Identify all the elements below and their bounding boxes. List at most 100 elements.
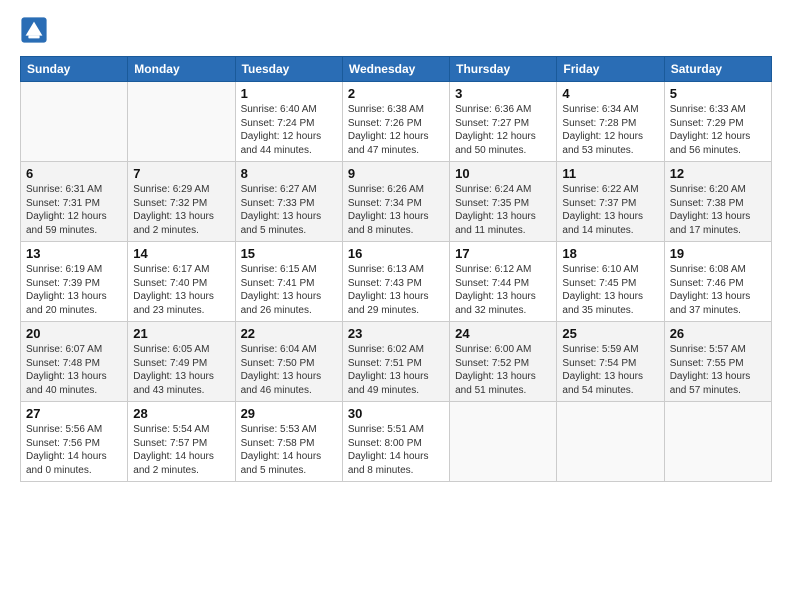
header [20, 16, 772, 44]
day-number: 23 [348, 326, 444, 341]
day-number: 13 [26, 246, 122, 261]
day-number: 20 [26, 326, 122, 341]
calendar-cell [664, 402, 771, 482]
day-number: 9 [348, 166, 444, 181]
day-info: Sunrise: 6:15 AMSunset: 7:41 PMDaylight:… [241, 263, 337, 317]
day-info: Sunrise: 6:34 AMSunset: 7:28 PMDaylight:… [562, 103, 658, 157]
day-header-thursday: Thursday [450, 57, 557, 82]
day-number: 25 [562, 326, 658, 341]
day-info: Sunrise: 6:04 AMSunset: 7:50 PMDaylight:… [241, 343, 337, 397]
day-info: Sunrise: 5:54 AMSunset: 7:57 PMDaylight:… [133, 423, 229, 477]
day-info: Sunrise: 6:31 AMSunset: 7:31 PMDaylight:… [26, 183, 122, 237]
calendar-header-row: SundayMondayTuesdayWednesdayThursdayFrid… [21, 57, 772, 82]
calendar-cell: 14 Sunrise: 6:17 AMSunset: 7:40 PMDayligh… [128, 242, 235, 322]
day-number: 16 [348, 246, 444, 261]
calendar-week-row: 20 Sunrise: 6:07 AMSunset: 7:48 PMDayligh… [21, 322, 772, 402]
day-info: Sunrise: 6:24 AMSunset: 7:35 PMDaylight:… [455, 183, 551, 237]
calendar-cell: 12 Sunrise: 6:20 AMSunset: 7:38 PMDayligh… [664, 162, 771, 242]
day-number: 1 [241, 86, 337, 101]
day-info: Sunrise: 5:56 AMSunset: 7:56 PMDaylight:… [26, 423, 122, 477]
calendar-cell: 19 Sunrise: 6:08 AMSunset: 7:46 PMDayligh… [664, 242, 771, 322]
calendar-cell: 16 Sunrise: 6:13 AMSunset: 7:43 PMDayligh… [342, 242, 449, 322]
day-number: 3 [455, 86, 551, 101]
day-info: Sunrise: 6:27 AMSunset: 7:33 PMDaylight:… [241, 183, 337, 237]
calendar-cell [450, 402, 557, 482]
day-number: 14 [133, 246, 229, 261]
day-info: Sunrise: 5:57 AMSunset: 7:55 PMDaylight:… [670, 343, 766, 397]
calendar-cell: 2 Sunrise: 6:38 AMSunset: 7:26 PMDaylight… [342, 82, 449, 162]
calendar-cell: 13 Sunrise: 6:19 AMSunset: 7:39 PMDayligh… [21, 242, 128, 322]
calendar-cell: 9 Sunrise: 6:26 AMSunset: 7:34 PMDaylight… [342, 162, 449, 242]
day-info: Sunrise: 6:29 AMSunset: 7:32 PMDaylight:… [133, 183, 229, 237]
calendar-cell: 23 Sunrise: 6:02 AMSunset: 7:51 PMDayligh… [342, 322, 449, 402]
day-info: Sunrise: 6:26 AMSunset: 7:34 PMDaylight:… [348, 183, 444, 237]
day-number: 12 [670, 166, 766, 181]
day-number: 15 [241, 246, 337, 261]
calendar-week-row: 1 Sunrise: 6:40 AMSunset: 7:24 PMDaylight… [21, 82, 772, 162]
day-number: 28 [133, 406, 229, 421]
day-info: Sunrise: 6:10 AMSunset: 7:45 PMDaylight:… [562, 263, 658, 317]
day-header-monday: Monday [128, 57, 235, 82]
day-info: Sunrise: 6:07 AMSunset: 7:48 PMDaylight:… [26, 343, 122, 397]
day-number: 19 [670, 246, 766, 261]
calendar-cell: 10 Sunrise: 6:24 AMSunset: 7:35 PMDayligh… [450, 162, 557, 242]
calendar-cell: 25 Sunrise: 5:59 AMSunset: 7:54 PMDayligh… [557, 322, 664, 402]
day-number: 10 [455, 166, 551, 181]
calendar-cell: 21 Sunrise: 6:05 AMSunset: 7:49 PMDayligh… [128, 322, 235, 402]
calendar-cell: 29Sunrise: 5:53 AMSunset: 7:58 PMDayligh… [235, 402, 342, 482]
calendar-cell: 8Sunrise: 6:27 AMSunset: 7:33 PMDaylight… [235, 162, 342, 242]
day-number: 6 [26, 166, 122, 181]
calendar-week-row: 13 Sunrise: 6:19 AMSunset: 7:39 PMDayligh… [21, 242, 772, 322]
day-number: 5 [670, 86, 766, 101]
day-number: 7 [133, 166, 229, 181]
day-info: Sunrise: 6:17 AMSunset: 7:40 PMDaylight:… [133, 263, 229, 317]
calendar-cell: 5Sunrise: 6:33 AMSunset: 7:29 PMDaylight… [664, 82, 771, 162]
page: SundayMondayTuesdayWednesdayThursdayFrid… [0, 0, 792, 612]
calendar-cell: 17 Sunrise: 6:12 AMSunset: 7:44 PMDayligh… [450, 242, 557, 322]
day-number: 30 [348, 406, 444, 421]
day-info: Sunrise: 5:59 AMSunset: 7:54 PMDaylight:… [562, 343, 658, 397]
day-info: Sunrise: 6:40 AMSunset: 7:24 PMDaylight:… [241, 103, 337, 157]
calendar-cell: 26 Sunrise: 5:57 AMSunset: 7:55 PMDayligh… [664, 322, 771, 402]
day-info: Sunrise: 6:22 AMSunset: 7:37 PMDaylight:… [562, 183, 658, 237]
day-info: Sunrise: 6:00 AMSunset: 7:52 PMDaylight:… [455, 343, 551, 397]
day-info: Sunrise: 6:05 AMSunset: 7:49 PMDaylight:… [133, 343, 229, 397]
day-number: 22 [241, 326, 337, 341]
day-info: Sunrise: 6:36 AMSunset: 7:27 PMDaylight:… [455, 103, 551, 157]
calendar-cell: 20 Sunrise: 6:07 AMSunset: 7:48 PMDayligh… [21, 322, 128, 402]
day-info: Sunrise: 6:12 AMSunset: 7:44 PMDaylight:… [455, 263, 551, 317]
calendar-table: SundayMondayTuesdayWednesdayThursdayFrid… [20, 56, 772, 482]
day-number: 21 [133, 326, 229, 341]
calendar-cell: 28 Sunrise: 5:54 AMSunset: 7:57 PMDayligh… [128, 402, 235, 482]
calendar-cell: 18Sunrise: 6:10 AMSunset: 7:45 PMDayligh… [557, 242, 664, 322]
day-number: 27 [26, 406, 122, 421]
day-info: Sunrise: 5:51 AMSunset: 8:00 PMDaylight:… [348, 423, 444, 477]
calendar-cell [557, 402, 664, 482]
calendar-week-row: 27 Sunrise: 5:56 AMSunset: 7:56 PMDayligh… [21, 402, 772, 482]
calendar-cell: 27 Sunrise: 5:56 AMSunset: 7:56 PMDayligh… [21, 402, 128, 482]
calendar-cell: 22 Sunrise: 6:04 AMSunset: 7:50 PMDayligh… [235, 322, 342, 402]
day-number: 29 [241, 406, 337, 421]
day-header-sunday: Sunday [21, 57, 128, 82]
day-header-tuesday: Tuesday [235, 57, 342, 82]
day-number: 4 [562, 86, 658, 101]
day-header-wednesday: Wednesday [342, 57, 449, 82]
day-number: 2 [348, 86, 444, 101]
calendar-cell: 11Sunrise: 6:22 AMSunset: 7:37 PMDayligh… [557, 162, 664, 242]
calendar-week-row: 6 Sunrise: 6:31 AMSunset: 7:31 PMDaylight… [21, 162, 772, 242]
day-number: 24 [455, 326, 551, 341]
day-info: Sunrise: 6:08 AMSunset: 7:46 PMDaylight:… [670, 263, 766, 317]
calendar-cell: 30 Sunrise: 5:51 AMSunset: 8:00 PMDayligh… [342, 402, 449, 482]
calendar-cell: 3 Sunrise: 6:36 AMSunset: 7:27 PMDaylight… [450, 82, 557, 162]
day-info: Sunrise: 6:20 AMSunset: 7:38 PMDaylight:… [670, 183, 766, 237]
day-info: Sunrise: 6:13 AMSunset: 7:43 PMDaylight:… [348, 263, 444, 317]
day-number: 26 [670, 326, 766, 341]
day-info: Sunrise: 6:19 AMSunset: 7:39 PMDaylight:… [26, 263, 122, 317]
calendar-cell: 24 Sunrise: 6:00 AMSunset: 7:52 PMDayligh… [450, 322, 557, 402]
day-number: 17 [455, 246, 551, 261]
day-info: Sunrise: 6:38 AMSunset: 7:26 PMDaylight:… [348, 103, 444, 157]
day-header-friday: Friday [557, 57, 664, 82]
day-header-saturday: Saturday [664, 57, 771, 82]
day-info: Sunrise: 6:02 AMSunset: 7:51 PMDaylight:… [348, 343, 444, 397]
calendar-cell: 7 Sunrise: 6:29 AMSunset: 7:32 PMDaylight… [128, 162, 235, 242]
